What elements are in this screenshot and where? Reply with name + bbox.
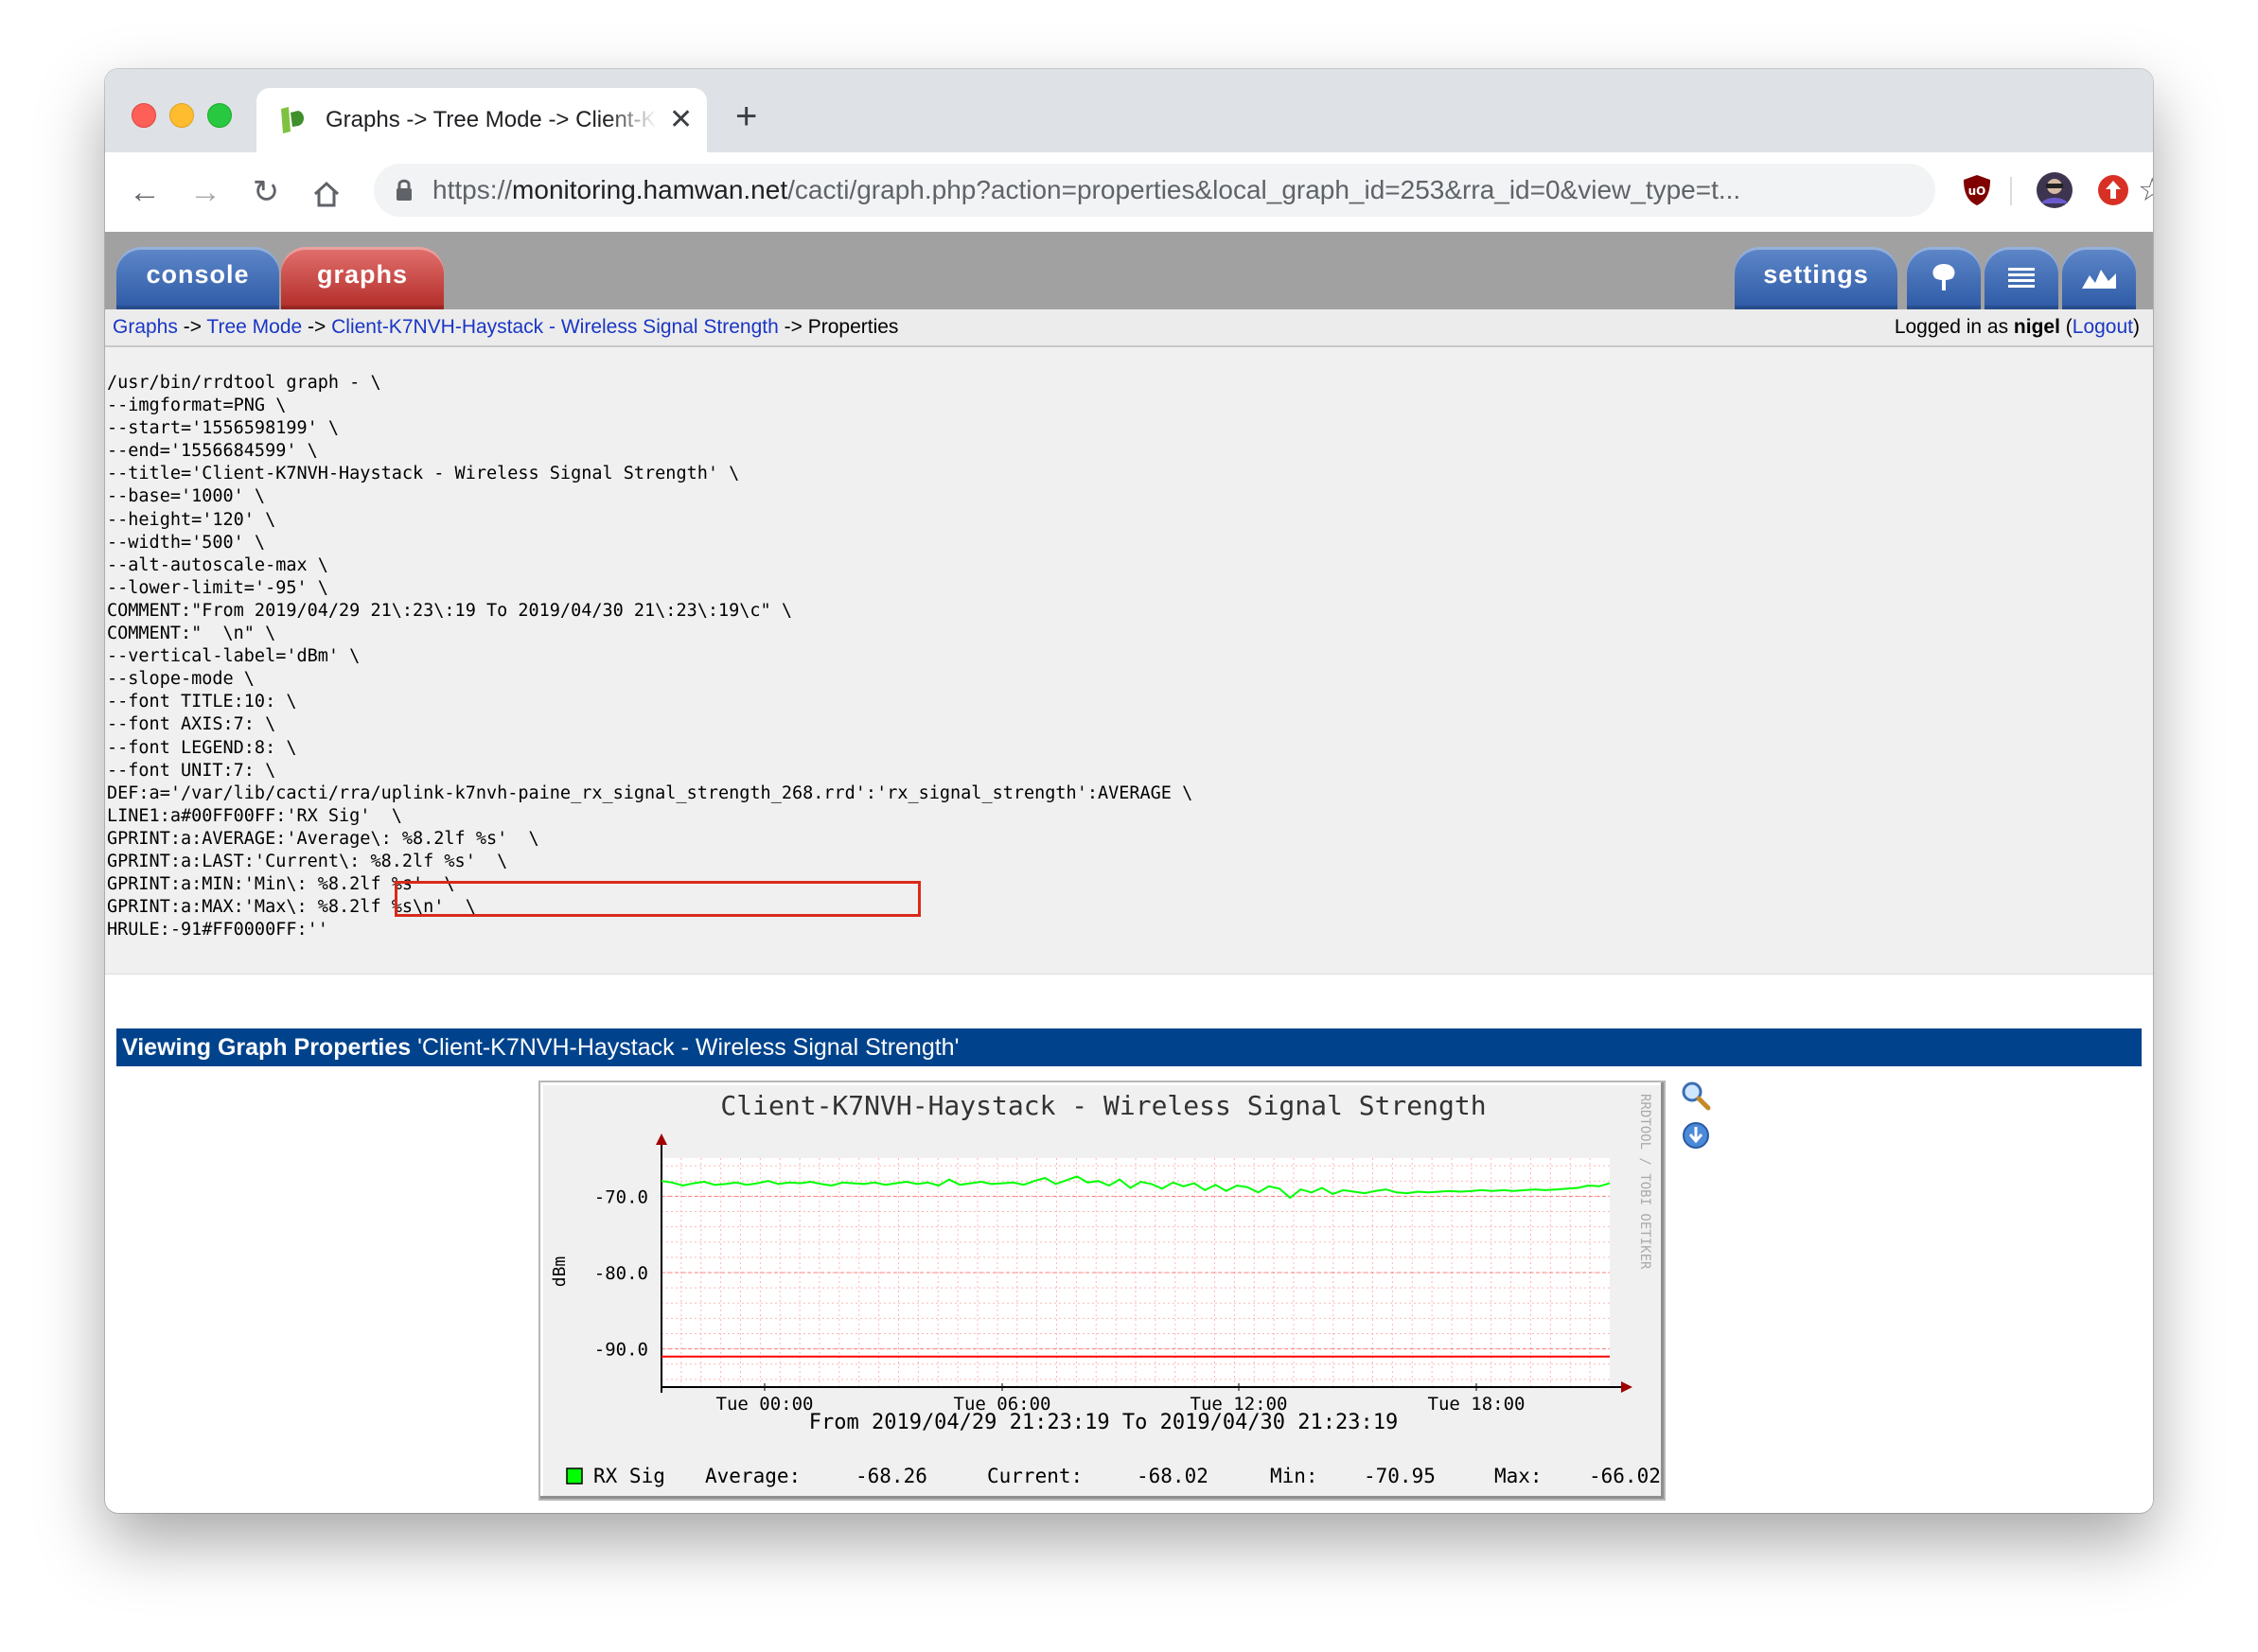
y-tick-label: -80.0 <box>594 1263 648 1284</box>
tree-icon <box>1932 264 1955 290</box>
browser-toolbar: ← → ↻ https://monitoring.hamwan.net/cact… <box>105 152 2153 232</box>
tab-graphs[interactable]: Graphs -> Tree Mode -> Client-K7NVH-Hays… <box>256 88 707 152</box>
tab-title: Graphs -> Tree Mode -> Client-K7NVH-Hays… <box>326 107 657 132</box>
y-axis-arrow <box>656 1134 667 1145</box>
rrdtool-watermark: RRDTOOL / TOBI OETIKER <box>1637 1094 1652 1270</box>
command-line: --title='Client-K7NVH-Haystack - Wireles… <box>107 464 740 484</box>
zoom-magnifier-icon[interactable] <box>1680 1080 1712 1112</box>
address-bar[interactable]: https://monitoring.hamwan.net/cacti/grap… <box>374 164 2153 217</box>
command-line: --lower-limit='-95' \ <box>107 577 328 598</box>
home-icon[interactable] <box>308 175 345 213</box>
graph-time-range: From 2019/04/29 21:23:19 To 2019/04/30 2… <box>809 1411 1399 1434</box>
breadcrumb-current: Properties <box>807 316 899 338</box>
page-content: console graphs settings Graphs -> Tree M… <box>105 232 2153 1513</box>
command-line: --base='1000' \ <box>107 486 266 507</box>
command-line: --font AXIS:7: \ <box>107 714 276 735</box>
command-line: COMMENT:" \n" \ <box>107 624 276 644</box>
breadcrumb-bar: Graphs -> Tree Mode -> Client-K7NVH-Hays… <box>105 309 2153 347</box>
forward-icon[interactable]: → <box>186 173 224 211</box>
rrd-filename-highlight <box>395 881 921 917</box>
new-tab-icon[interactable]: + <box>735 97 757 135</box>
legend-min: -70.95 <box>1364 1465 1436 1487</box>
graph-title: Client-K7NVH-Haystack - Wireless Signal … <box>720 1090 1486 1121</box>
graph-properties-header: Viewing Graph Properties 'Client-K7NVH-H… <box>116 1028 2142 1066</box>
lock-icon <box>397 179 412 201</box>
legend-average: -68.26 <box>856 1465 927 1487</box>
preview-graph-icon <box>2082 270 2116 289</box>
list-icon <box>2008 268 2035 288</box>
command-line: --font LEGEND:8: \ <box>107 737 297 758</box>
tree-view-button[interactable] <box>1907 247 1981 309</box>
breadcrumb-tree-mode-link[interactable]: Tree Mode <box>206 316 302 338</box>
cacti-favicon-icon <box>281 107 304 133</box>
legend-min-label: Min: <box>1270 1465 1318 1487</box>
command-line: GPRINT:a:LAST:'Current\: %8.2lf %s' \ <box>107 851 508 871</box>
rrdtool-command-box: /usr/bin/rrdtool graph - \ --imgformat=P… <box>105 347 2153 975</box>
command-line: GPRINT:a:AVERAGE:'Average\: %8.2lf %s' \ <box>107 828 539 849</box>
tab-graphs-cacti[interactable]: graphs <box>281 247 444 309</box>
command-line: --font TITLE:10: \ <box>107 692 297 712</box>
legend-max: -66.02 <box>1589 1465 1661 1487</box>
rrdtool-command-text: /usr/bin/rrdtool graph - \ --imgformat=P… <box>107 372 1192 941</box>
cacti-header: console graphs settings <box>105 232 2153 309</box>
login-status: Logged in as nigel (Logout) <box>1894 316 2140 338</box>
command-line: --width='500' \ <box>107 532 266 553</box>
export-download-icon[interactable] <box>1680 1119 1712 1151</box>
y-tick-label: -90.0 <box>594 1340 648 1361</box>
x-tick-label: Tue 18:00 <box>1428 1394 1526 1415</box>
x-tick-label: Tue 00:00 <box>716 1394 814 1415</box>
command-line: --height='120' \ <box>107 509 276 530</box>
bookmark-star-icon[interactable]: ☆ <box>2138 171 2153 209</box>
command-line: COMMENT:"From 2019/04/29 21\:23\:19 To 2… <box>107 600 792 621</box>
ublock-origin-icon[interactable]: uO <box>1958 171 1996 209</box>
list-view-button[interactable] <box>1985 247 2058 309</box>
legend-series: RX Sig <box>593 1465 665 1487</box>
close-window-button[interactable] <box>132 103 156 128</box>
command-line: LINE1:a#00FF00FF:'RX Sig' \ <box>107 805 402 826</box>
minimize-window-button[interactable] <box>169 103 194 128</box>
svg-text:uO: uO <box>1968 185 1986 198</box>
command-line: --end='1556684599' \ <box>107 441 318 462</box>
y-tick-label: -70.0 <box>594 1186 648 1207</box>
fullscreen-window-button[interactable] <box>207 103 232 128</box>
legend-current: -68.02 <box>1137 1465 1208 1487</box>
command-line: --slope-mode \ <box>107 669 255 690</box>
command-line: --start='1556598199' \ <box>107 418 340 439</box>
profile-avatar-icon[interactable] <box>2036 171 2073 209</box>
login-username: nigel <box>2013 316 2060 338</box>
command-line: HRULE:-91#FF0000FF:'' <box>107 920 328 940</box>
x-axis-arrow <box>1621 1381 1632 1393</box>
tab-strip: Graphs -> Tree Mode -> Client-K7NVH-Hays… <box>105 69 2153 152</box>
legend-average-label: Average: <box>705 1465 801 1487</box>
back-icon[interactable]: ← <box>126 173 164 211</box>
legend-swatch-rx-sig <box>566 1467 583 1485</box>
preview-view-button[interactable] <box>2062 247 2136 309</box>
update-arrow-icon[interactable] <box>2094 171 2132 209</box>
breadcrumb-graph-link[interactable]: Client-K7NVH-Haystack - Wireless Signal … <box>331 316 779 338</box>
command-line: --font UNIT:7: \ <box>107 760 276 781</box>
tab-console[interactable]: console <box>116 247 279 309</box>
command-line: --alt-autoscale-max \ <box>107 554 328 575</box>
legend-current-label: Current: <box>987 1465 1083 1487</box>
command-line: --imgformat=PNG \ <box>107 395 287 416</box>
reload-icon[interactable]: ↻ <box>247 173 285 211</box>
browser-window: Graphs -> Tree Mode -> Client-K7NVH-Hays… <box>105 69 2153 1513</box>
logout-link[interactable]: Logout <box>2073 316 2133 338</box>
close-tab-icon[interactable]: ✕ <box>669 101 693 139</box>
url-text: https://monitoring.hamwan.net/cacti/grap… <box>432 175 1741 204</box>
breadcrumb: Graphs -> Tree Mode -> Client-K7NVH-Hays… <box>113 316 899 338</box>
rrd-graph-svg: -70.0-80.0-90.0Tue 00:00 Tue 06:00 Tue 12:… <box>550 1090 1661 1487</box>
toolbar-separator <box>2010 177 2012 205</box>
command-line: /usr/bin/rrdtool graph - \ <box>107 373 381 393</box>
command-line: --vertical-label='dBm' \ <box>107 646 361 667</box>
legend-max-label: Max: <box>1494 1465 1543 1487</box>
command-line: DEF:a='/var/lib/cacti/rra/uplink-k7nvh-p… <box>107 782 1193 803</box>
y-axis-label: dBm <box>550 1257 570 1288</box>
rrd-graph-image: -70.0 -80.0 -90.0 Tue 00:00 Tue 06:00 Tue 12:… <box>538 1081 1666 1501</box>
tab-settings[interactable]: settings <box>1735 247 1897 309</box>
breadcrumb-graphs-link[interactable]: Graphs <box>113 316 178 338</box>
